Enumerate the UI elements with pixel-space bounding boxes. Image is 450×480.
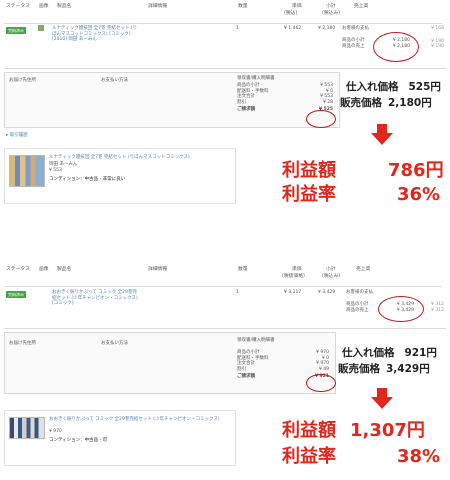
product-link[interactable]: おおきく振りかぶって コミック 全29巻完結セット (少年チャンピオン・コミック…	[52, 290, 138, 307]
col-detail: 詳細情報	[148, 4, 168, 9]
profit-label: 利益額	[282, 160, 336, 181]
product-thumbnail[interactable]	[38, 25, 44, 31]
item-price: ¥ 553	[49, 168, 62, 173]
receipt-table: 商品の小計 ¥ 553 配送料・手数料 ¥ 0 注文合計 ¥ 553 割引 ¥ 28 ご…	[237, 83, 333, 113]
col-unit-price-sub: (税抜価格)	[282, 274, 305, 279]
item-condition: コンディション：中古品 - 非常に良い	[49, 177, 126, 182]
unit-price-value: ¥ 1,462	[284, 26, 302, 31]
col-title: 製品名	[57, 4, 72, 9]
highlight-circle	[373, 32, 419, 62]
purchase-price-value: 921円	[404, 347, 437, 359]
purchase-price-line: 仕入れ価格 921円	[342, 346, 437, 360]
col-unit-price-sub: (税込)	[284, 11, 298, 16]
payment-method-header: お支払い方法	[101, 78, 128, 83]
receipt-row: 割引 ¥ 28	[237, 100, 333, 106]
col-title: 製品名	[57, 267, 72, 272]
sales-label: 商品の売上	[342, 43, 365, 49]
down-arrow-icon	[377, 124, 387, 133]
col-status: ステータス	[6, 267, 30, 272]
divider	[4, 68, 446, 69]
sale-price-value: 2,180円	[388, 97, 432, 109]
order1-item-card: ルナティック雑技団 全7巻 完結セット (りぼんマスコットコミックス) 岡田 あ…	[4, 148, 236, 204]
down-arrow-head-icon	[371, 397, 393, 409]
order1-table-header: ステータス 画像 製品名 詳細情報 数量 単価 (税込) 小計 (税込み) 売上…	[4, 2, 442, 24]
purchase-price-line: 仕入れ価格 525円	[346, 80, 441, 94]
sale-price-label: 販売価格	[340, 97, 382, 109]
subtotal-value: ¥ 2,180	[318, 26, 336, 31]
status-badge: 完納済み	[6, 291, 26, 298]
col-image: 画像	[39, 4, 49, 9]
col-subtotal: 小計	[326, 267, 336, 272]
item-title-link[interactable]: おおきく振りかぶって コミック 全29巻完結セット (少年チャンピオン・コミック…	[49, 417, 233, 423]
receipt-label: 割引	[237, 99, 246, 105]
transaction-history-link[interactable]: ▸ 取引履歴	[6, 133, 28, 139]
receipt-label: 割引	[237, 366, 246, 372]
receipt-value: ¥ 28	[322, 99, 333, 105]
item-price: ¥ 970	[49, 429, 62, 434]
col-sales: 売上高	[354, 4, 369, 9]
sale-price-line: 販売価格 3,429円	[338, 362, 430, 376]
highlight-circle	[378, 296, 424, 322]
margin-value: 38%	[397, 446, 441, 467]
purchase-price-label: 仕入れ価格	[346, 81, 399, 93]
item-condition: コンディション：中古品 - 可	[49, 438, 108, 443]
sales-label: お客様の支払	[342, 26, 369, 31]
receipt-header: 領収書/購入明細書	[237, 76, 275, 81]
highlight-circle	[306, 110, 336, 128]
down-arrow-icon	[377, 388, 387, 397]
margin-label: 利益率	[282, 184, 336, 205]
col-qty: 数量	[238, 267, 248, 272]
item-thumbnail[interactable]	[9, 155, 45, 187]
margin-label: 利益率	[282, 446, 336, 467]
qty-value: 1	[236, 290, 239, 295]
margin-value: 36%	[397, 184, 441, 205]
receipt-label: ご請求額	[237, 374, 255, 379]
sale-price-line: 販売価格 2,180円	[340, 96, 432, 110]
receipt-row: 割引 ¥ 49	[237, 367, 329, 373]
receipt-value: ¥ 49	[318, 366, 329, 372]
col-subtotal-sub: (税込み)	[322, 274, 341, 279]
divider	[4, 328, 446, 329]
col-image: 画像	[39, 267, 49, 272]
order1-payment-panel: お届け先住所 お支払い方法 領収書/購入明細書 商品の小計 ¥ 553 配送料・手…	[4, 72, 340, 128]
status-badge: 完納済み	[6, 27, 26, 34]
profit-value: 786円	[388, 160, 444, 181]
col-qty: 数量	[238, 4, 248, 9]
profit-label: 利益額	[282, 420, 336, 441]
col-subtotal-sub: (税込み)	[322, 11, 341, 16]
purchase-price-value: 525円	[408, 81, 441, 93]
qty-value: 1	[236, 26, 239, 31]
shipping-address-header: お届け先住所	[9, 78, 36, 83]
col-unit-price: 単価	[292, 267, 302, 272]
receipt-label: ご請求額	[237, 107, 255, 112]
highlight-circle	[306, 374, 336, 392]
item-thumbnail[interactable]	[9, 417, 45, 439]
order2-item-card: おおきく振りかぶって コミック 全29巻完結セット (少年チャンピオン・コミック…	[4, 410, 236, 466]
receipt-header: 領収書/購入明細書	[237, 338, 275, 343]
order2-payment-panel: お届け先住所 お支払い方法 領収書/購入明細書 商品の小計 ¥ 970 配送料・手…	[4, 332, 336, 394]
subtotal-value: ¥ 3,429	[318, 290, 336, 295]
item-title-link[interactable]: ルナティック雑技団 全7巻 完結セット (りぼんマスコットコミックス)	[49, 155, 233, 161]
sale-price-value: 3,429円	[386, 363, 430, 375]
purchase-price-label: 仕入れ価格	[342, 347, 395, 359]
profit-value: 1,307円	[350, 420, 425, 441]
col-detail: 詳細情報	[148, 267, 168, 272]
payment-method-header: お支払い方法	[101, 341, 128, 346]
down-arrow-head-icon	[371, 133, 393, 145]
shipping-address-header: お届け先住所	[9, 341, 36, 346]
unit-price-value: ¥ 3,117	[284, 290, 302, 295]
col-status: ステータス	[6, 4, 30, 9]
item-author: 岡田 あーみん	[49, 162, 78, 167]
sales-label: 商品の売上	[346, 307, 369, 313]
col-sales: 売上高	[356, 267, 371, 272]
col-subtotal: 小計	[326, 4, 336, 9]
col-unit-price: 単価	[292, 4, 302, 9]
sales-label: お客様の支払	[346, 290, 373, 295]
sale-price-label: 販売価格	[338, 363, 380, 375]
order2-table-header: ステータス 画像 製品名 詳細情報 数量 単価 (税抜価格) 小計 (税込み) …	[4, 265, 442, 287]
product-link[interactable]: ルナティック雑技団 全7巻 完結セット (りぼんマスコットコミックス) [コミッ…	[52, 26, 138, 43]
